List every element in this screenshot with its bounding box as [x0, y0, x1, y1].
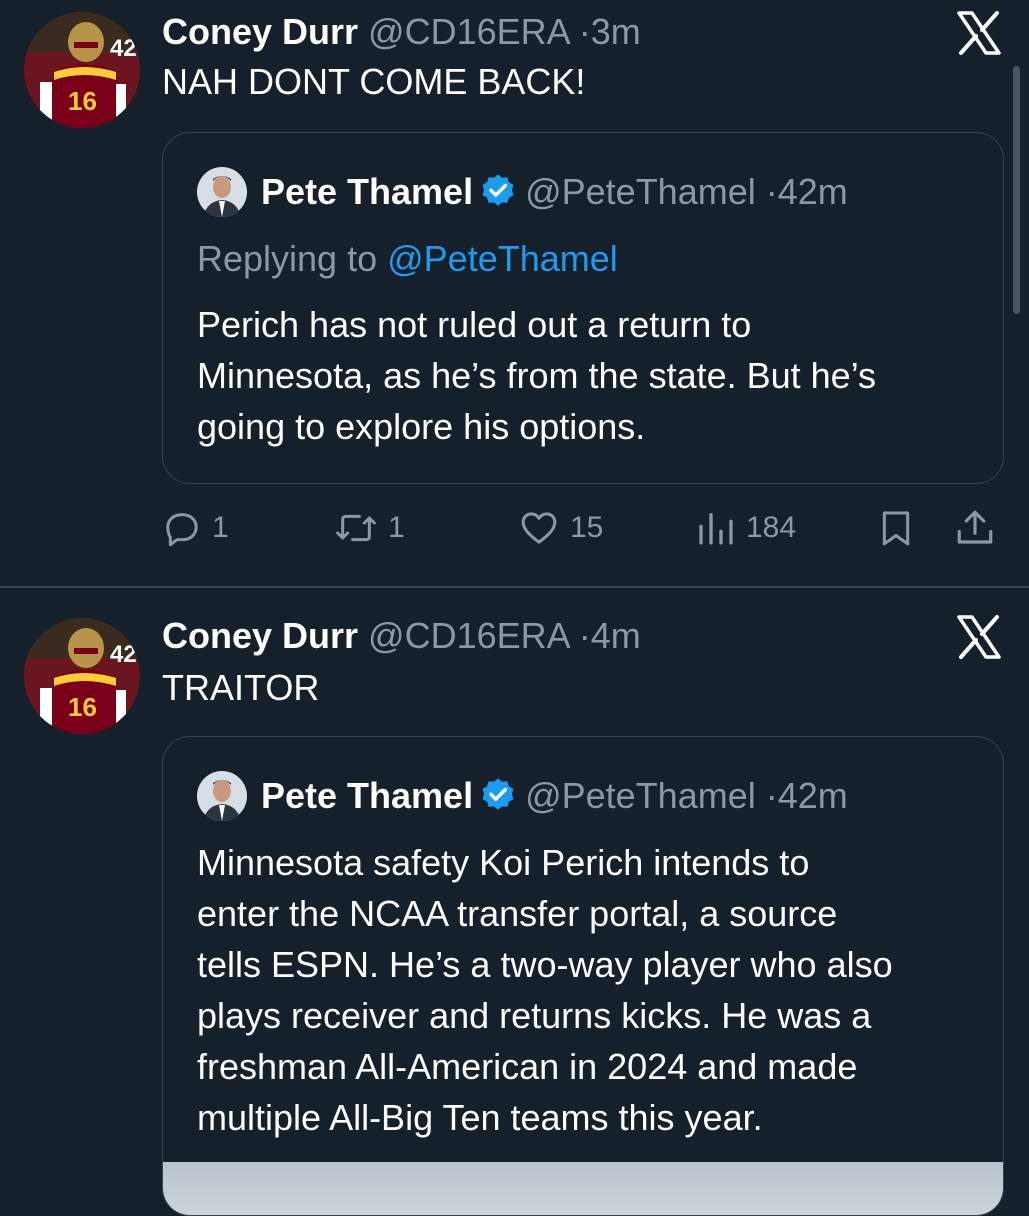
replying-to-label: Replying to	[197, 238, 388, 279]
quoted-tweet-text: Perich has not ruled out a return to Min…	[197, 299, 876, 452]
views-icon	[699, 513, 733, 545]
quoted-text-line: plays receiver and returns kicks. He was…	[197, 995, 872, 1036]
dot-separator: ·	[765, 171, 778, 212]
football-player-photo: 42 16	[24, 618, 140, 734]
replying-to-handle-link[interactable]: @PeteThamel	[387, 238, 618, 279]
quoted-timestamp[interactable]: 42m	[778, 171, 848, 212]
reply-button[interactable]: 1	[162, 498, 229, 558]
quoted-author-handle[interactable]: @PeteThamel	[525, 171, 756, 212]
dot-separator: ·	[578, 615, 591, 656]
dot-separator: ·	[578, 11, 591, 52]
author-avatar[interactable]: 42 16	[24, 618, 140, 734]
replying-to: Replying to @PeteThamel	[197, 237, 618, 281]
quoted-tweet-header: Pete Thamel @PeteThamel ·42m	[261, 771, 848, 821]
quoted-timestamp[interactable]: 42m	[778, 775, 848, 816]
scrollbar[interactable]	[1013, 66, 1020, 314]
avatar-bg-number: 42	[110, 35, 137, 62]
verified-badge-icon	[482, 778, 514, 810]
avatar-bg-number: 42	[110, 641, 137, 668]
reply-icon	[166, 513, 198, 547]
tweet-text: NAH DONT COME BACK!	[162, 61, 586, 102]
bookmark-icon	[882, 511, 910, 546]
avatar-jersey-number: 16	[68, 86, 97, 116]
share-button[interactable]	[954, 498, 996, 558]
author-handle[interactable]: @CD16ERA	[368, 615, 569, 656]
repost-button[interactable]: 1	[334, 498, 405, 558]
quoted-author-name[interactable]: Pete Thamel	[261, 171, 473, 212]
author-avatar[interactable]: 42 16	[24, 12, 140, 128]
quoted-text-line: Minnesota, as he’s from the state. But h…	[197, 355, 877, 396]
repost-icon	[336, 514, 376, 542]
quoted-tweet-text: Minnesota safety Koi Perich intends to e…	[197, 837, 893, 1143]
bookmark-button[interactable]	[876, 498, 916, 558]
quoted-text-line: Minnesota safety Koi Perich intends to	[197, 842, 810, 883]
like-icon	[521, 512, 557, 544]
timestamp[interactable]: 3m	[591, 11, 641, 52]
quoted-author-avatar[interactable]	[197, 771, 247, 821]
tweet-text: TRAITOR	[162, 667, 320, 708]
x-logo-icon[interactable]	[956, 614, 1002, 660]
quoted-tweet[interactable]: Pete Thamel @PeteThamel ·42m Replying to …	[162, 132, 1004, 484]
quoted-author-avatar[interactable]	[197, 167, 247, 217]
quoted-text-line: freshman All-American in 2024 and made	[197, 1046, 858, 1087]
quoted-tweet-header: Pete Thamel @PeteThamel ·42m	[261, 167, 848, 217]
share-icon	[957, 510, 993, 544]
reply-count: 1	[212, 511, 229, 544]
views-button[interactable]: 184	[696, 498, 796, 558]
author-handle[interactable]: @CD16ERA	[368, 11, 569, 52]
timestamp[interactable]: 4m	[591, 615, 641, 656]
tweet-2[interactable]: 42 16 Coney Durr @CD16ERA ·4m TRAITOR Pe…	[0, 588, 1029, 1216]
quoted-text-line: multiple All-Big Ten teams this year.	[197, 1097, 763, 1138]
tweet-actions: 1 1 15 184	[162, 498, 1004, 558]
avatar-jersey-number: 16	[68, 692, 97, 722]
dot-separator: ·	[765, 775, 778, 816]
quoted-text-line: Perich has not ruled out a return to	[197, 304, 752, 345]
repost-count: 1	[388, 511, 405, 544]
quoted-text-line: going to explore his options.	[197, 406, 646, 447]
author-name[interactable]: Coney Durr	[162, 615, 358, 656]
football-player-photo: 42 16	[24, 12, 140, 128]
quoted-author-handle[interactable]: @PeteThamel	[525, 775, 756, 816]
x-logo-icon[interactable]	[956, 10, 1002, 56]
like-button[interactable]: 15	[518, 498, 603, 558]
verified-badge-icon	[482, 174, 514, 206]
tweet-header: Coney Durr @CD16ERA ·4m	[162, 614, 641, 658]
author-name[interactable]: Coney Durr	[162, 11, 358, 52]
tweet-header: Coney Durr @CD16ERA ·3m	[162, 10, 641, 54]
quoted-text-line: tells ESPN. He’s a two-way player who al…	[197, 944, 893, 985]
like-count: 15	[570, 511, 604, 544]
quoted-tweet-media[interactable]	[163, 1162, 1003, 1215]
quoted-tweet[interactable]: Pete Thamel @PeteThamel ·42m Minnesota sa…	[162, 736, 1004, 1216]
person-photo	[197, 167, 247, 217]
person-photo	[197, 771, 247, 821]
views-count: 184	[746, 511, 797, 544]
quoted-author-name[interactable]: Pete Thamel	[261, 775, 473, 816]
quoted-text-line: enter the NCAA transfer portal, a source	[197, 893, 838, 934]
tweet-1[interactable]: 42 16 Coney Durr @CD16ERA ·3m NAH DONT C…	[0, 0, 1029, 586]
